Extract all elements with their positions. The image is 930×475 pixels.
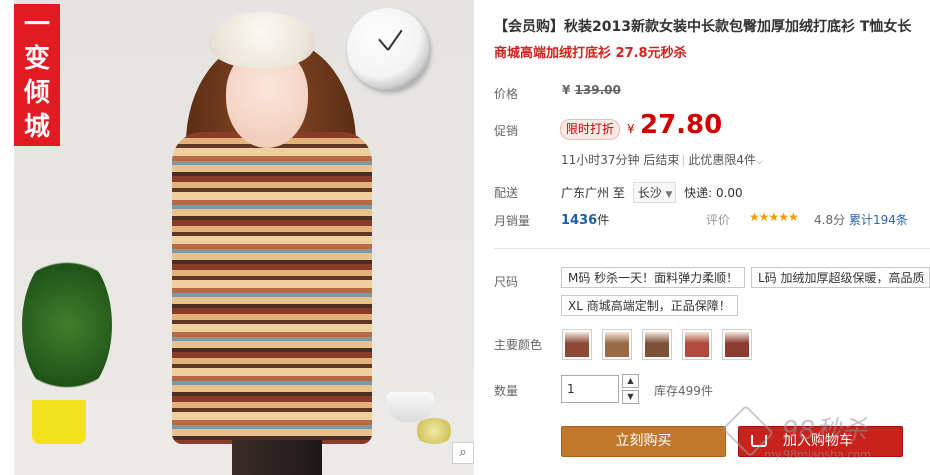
flowers [414, 418, 454, 444]
swatch-image [565, 332, 589, 357]
price-label: 价格 [494, 87, 519, 101]
product-info: 【会员购】秋装2013新款女装中长款包臀加厚加绒打底衫 T恤女长 商城高端加绒打… [494, 0, 930, 475]
color-swatch[interactable] [562, 329, 592, 360]
section-divider [494, 248, 930, 249]
size-option-l[interactable]: L码 加绒加厚超级保暖，高品质 [751, 267, 930, 288]
swatch-image [645, 332, 669, 357]
color-swatch[interactable] [722, 329, 752, 360]
countdown-timer: 11小时37分钟 后结束 此优惠限4件⌵ [561, 151, 763, 168]
wall-clock [347, 8, 429, 90]
watermark-text: 98秒杀 [782, 416, 868, 446]
plant-leaves [22, 250, 112, 400]
model-legs [232, 440, 322, 475]
flower-pot [32, 400, 86, 444]
express-fee: 快递: 0.00 [684, 186, 743, 200]
promo-label: 促销 [494, 124, 519, 138]
chevron-down-icon: ▼ [665, 190, 673, 200]
countdown-text: 11小时37分钟 后结束 [561, 153, 680, 167]
zoom-icon[interactable]: ⌕ [452, 442, 474, 464]
sales-count: 1436 [561, 213, 598, 228]
ship-from: 广东广州 [561, 186, 610, 200]
destination-value: 长沙 [637, 186, 662, 200]
quantity-up-button[interactable]: ▲ [622, 374, 639, 388]
color-label: 主要颜色 [494, 338, 543, 352]
cup [386, 392, 434, 422]
shipping-row: 广东广州 至 长沙 ▼ 快递: 0.00 [561, 182, 743, 203]
model-hat [209, 12, 315, 68]
monthly-sales: 1436件 [561, 211, 609, 228]
reviews-link[interactable]: 累计194条 [849, 211, 908, 228]
stock-count: 库存499件 [654, 384, 713, 398]
discount-badge: 限时打折 [560, 119, 621, 140]
chevron-down-icon: ⌵ [756, 157, 763, 167]
brand-char: 城 [23, 112, 50, 142]
buy-now-button[interactable]: 立刻购买 [561, 426, 726, 457]
model-dress [172, 132, 372, 444]
original-price: ¥ 139.00 [562, 83, 621, 97]
size-option-m[interactable]: M码 秒杀一天！面料弹力柔顺！ [561, 267, 746, 288]
quantity-input[interactable] [561, 375, 619, 403]
shipping-label: 配送 [494, 186, 519, 200]
promo-price: 27.80 [640, 110, 723, 140]
size-option-xl[interactable]: XL 商城高端定制，正品保障！ [561, 295, 738, 316]
brand-char: 一 [23, 10, 50, 40]
monthly-sales-label: 月销量 [494, 214, 531, 228]
watermark: 98秒杀 my.98miaosha.com [721, 404, 930, 468]
ship-to-word: 至 [612, 186, 625, 200]
rating-score: 4.8分 [814, 213, 846, 227]
original-price-value: 139.00 [574, 83, 621, 97]
rating-label: 评价 [706, 213, 731, 227]
color-swatch[interactable] [682, 329, 712, 360]
limit-text: 此优惠限4件 [688, 153, 756, 167]
product-title: 【会员购】秋装2013新款女装中长款包臀加厚加绒打底衫 T恤女长 [494, 19, 912, 35]
star-rating-icon: ★★★★★ [749, 210, 799, 224]
color-swatch[interactable] [642, 329, 672, 360]
divider [683, 155, 685, 166]
currency-symbol: ¥ [627, 122, 635, 136]
swatch-image [725, 332, 749, 357]
swatch-image [605, 332, 629, 357]
brand-char: 倾 [23, 78, 50, 108]
quantity-down-button[interactable]: ▼ [622, 390, 639, 404]
quantity-label: 数量 [494, 384, 519, 398]
brand-banner: 一 变 倾 城 [14, 4, 60, 146]
swatch-image [685, 332, 709, 357]
destination-select[interactable]: 长沙 ▼ [632, 182, 677, 203]
product-photo[interactable]: 一 变 倾 城 ⌕ [14, 0, 474, 475]
size-label: 尺码 [494, 275, 519, 289]
color-swatch[interactable] [602, 329, 632, 360]
brand-char: 变 [23, 44, 50, 74]
sales-unit: 件 [597, 213, 610, 227]
currency-symbol: ¥ [562, 83, 571, 97]
product-subtitle: 商城高端加绒打底衫 27.8元秒杀 [494, 46, 687, 61]
limit-dropdown[interactable]: 此优惠限4件⌵ [688, 153, 762, 167]
watermark-url: my.98miaosha.com [764, 448, 871, 461]
